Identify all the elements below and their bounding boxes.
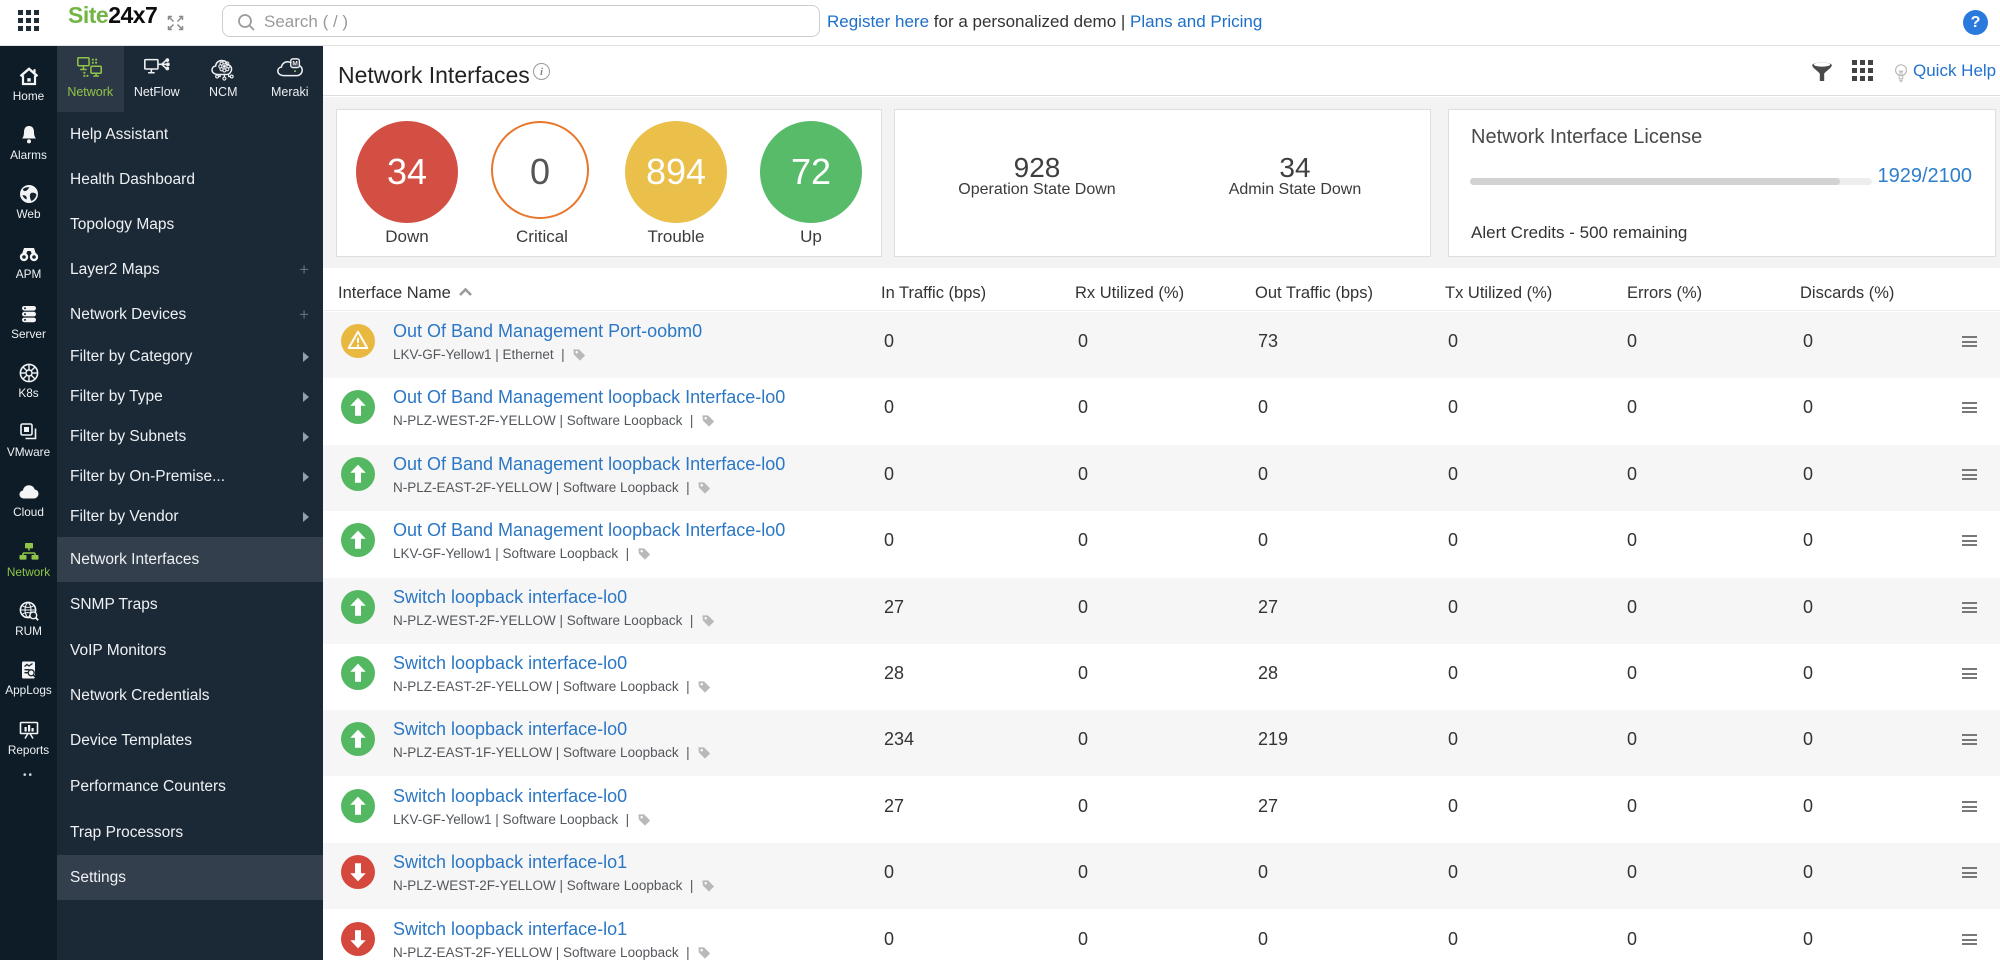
svg-text:M: M — [292, 60, 298, 67]
